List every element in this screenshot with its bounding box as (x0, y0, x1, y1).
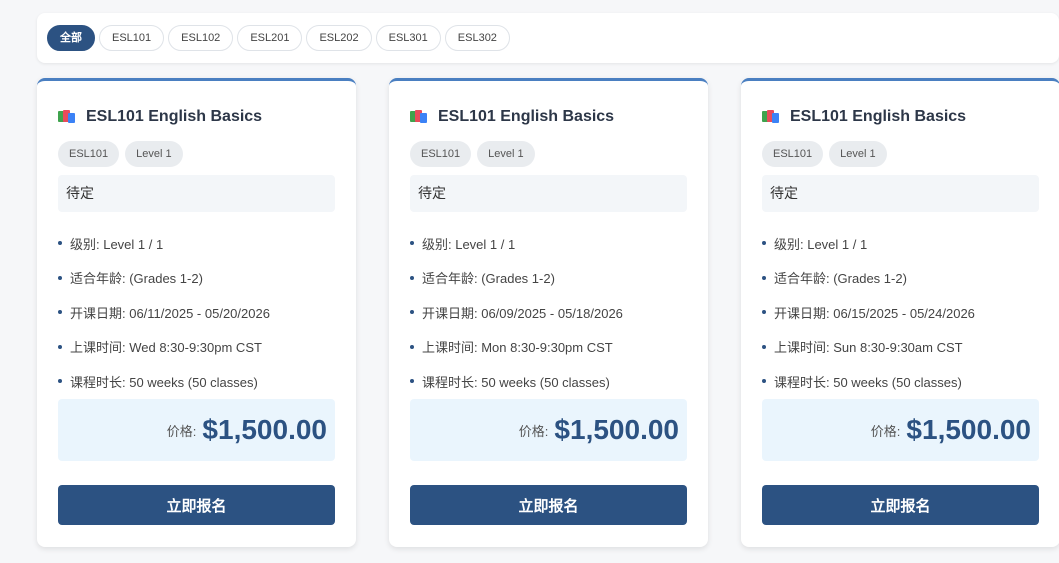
detail-time: 上课时间: Mon 8:30-9:30pm CST (410, 330, 687, 365)
course-level-tag: Level 1 (477, 141, 535, 167)
books-icon (58, 110, 76, 124)
filter-bar: 全部 ESL101 ESL102 ESL201 ESL202 ESL301 ES… (37, 13, 1059, 63)
course-status: 待定 (58, 175, 335, 212)
detail-dates: 开课日期: 06/15/2025 - 05/24/2026 (762, 295, 1039, 330)
course-details: 级别: Level 1 / 1 适合年龄: (Grades 1-2) 开课日期:… (410, 226, 687, 399)
detail-time: 上课时间: Sun 8:30-9:30am CST (762, 330, 1039, 365)
course-status: 待定 (410, 175, 687, 212)
course-card-list: ESL101 English Basics ESL101 Level 1 待定 … (37, 78, 1059, 547)
bullet-icon (58, 344, 62, 349)
price-box: 价格: $1,500.00 (58, 399, 335, 461)
course-details: 级别: Level 1 / 1 适合年龄: (Grades 1-2) 开课日期:… (58, 226, 335, 399)
bullet-icon (410, 275, 414, 280)
enroll-button[interactable]: 立即报名 (58, 485, 335, 525)
bullet-icon (58, 379, 62, 384)
course-card: ESL101 English Basics ESL101 Level 1 待定 … (37, 78, 356, 547)
detail-dates: 开课日期: 06/11/2025 - 05/20/2026 (58, 295, 335, 330)
bullet-icon (58, 310, 62, 315)
filter-chip-esl301[interactable]: ESL301 (375, 25, 441, 51)
books-icon (762, 110, 780, 124)
detail-dates: 开课日期: 06/09/2025 - 05/18/2026 (410, 295, 687, 330)
course-code-tag: ESL101 (58, 141, 120, 167)
price-value: $1,500.00 (202, 414, 327, 445)
enroll-button[interactable]: 立即报名 (762, 485, 1039, 525)
price-box: 价格: $1,500.00 (410, 399, 687, 461)
price-box: 价格: $1,500.00 (762, 399, 1039, 461)
course-card: ESL101 English Basics ESL101 Level 1 待定 … (741, 78, 1059, 547)
bullet-icon (58, 241, 62, 246)
detail-duration: 课程时长: 50 weeks (50 classes) (762, 364, 1039, 399)
course-tags: ESL101 Level 1 (58, 141, 335, 167)
filter-chip-esl201[interactable]: ESL201 (237, 25, 303, 51)
detail-age: 适合年龄: (Grades 1-2) (410, 261, 687, 296)
bullet-icon (762, 379, 766, 384)
course-level-tag: Level 1 (125, 141, 183, 167)
bullet-icon (410, 241, 414, 246)
bullet-icon (762, 275, 766, 280)
filter-chip-all[interactable]: 全部 (47, 25, 95, 51)
detail-duration: 课程时长: 50 weeks (50 classes) (58, 364, 335, 399)
detail-level: 级别: Level 1 / 1 (58, 226, 335, 261)
course-title: ESL101 English Basics (790, 108, 967, 125)
price-label: 价格: (518, 423, 549, 439)
bullet-icon (762, 344, 766, 349)
price-label: 价格: (166, 423, 197, 439)
course-tags: ESL101 Level 1 (762, 141, 1039, 167)
course-title-row: ESL101 English Basics (58, 106, 335, 128)
detail-time: 上课时间: Wed 8:30-9:30pm CST (58, 330, 335, 365)
course-title: ESL101 English Basics (438, 108, 615, 125)
course-title-row: ESL101 English Basics (410, 106, 687, 128)
bullet-icon (410, 379, 414, 384)
bullet-icon (410, 344, 414, 349)
filter-chip-esl302[interactable]: ESL302 (444, 25, 510, 51)
filter-chip-esl101[interactable]: ESL101 (99, 25, 165, 51)
course-details: 级别: Level 1 / 1 适合年龄: (Grades 1-2) 开课日期:… (762, 226, 1039, 399)
enroll-button[interactable]: 立即报名 (410, 485, 687, 525)
detail-level: 级别: Level 1 / 1 (410, 226, 687, 261)
course-level-tag: Level 1 (829, 141, 887, 167)
bullet-icon (58, 275, 62, 280)
course-card: ESL101 English Basics ESL101 Level 1 待定 … (389, 78, 708, 547)
price-label: 价格: (870, 423, 901, 439)
detail-age: 适合年龄: (Grades 1-2) (58, 261, 335, 296)
bullet-icon (762, 241, 766, 246)
detail-duration: 课程时长: 50 weeks (50 classes) (410, 364, 687, 399)
detail-age: 适合年龄: (Grades 1-2) (762, 261, 1039, 296)
books-icon (410, 110, 428, 124)
course-status: 待定 (762, 175, 1039, 212)
bullet-icon (762, 310, 766, 315)
filter-chip-esl102[interactable]: ESL102 (168, 25, 234, 51)
bullet-icon (410, 310, 414, 315)
filter-chip-esl202[interactable]: ESL202 (306, 25, 372, 51)
detail-level: 级别: Level 1 / 1 (762, 226, 1039, 261)
price-value: $1,500.00 (906, 414, 1031, 445)
course-tags: ESL101 Level 1 (410, 141, 687, 167)
course-title-row: ESL101 English Basics (762, 106, 1039, 128)
course-title: ESL101 English Basics (86, 108, 263, 125)
course-code-tag: ESL101 (762, 141, 824, 167)
course-code-tag: ESL101 (410, 141, 472, 167)
price-value: $1,500.00 (554, 414, 679, 445)
